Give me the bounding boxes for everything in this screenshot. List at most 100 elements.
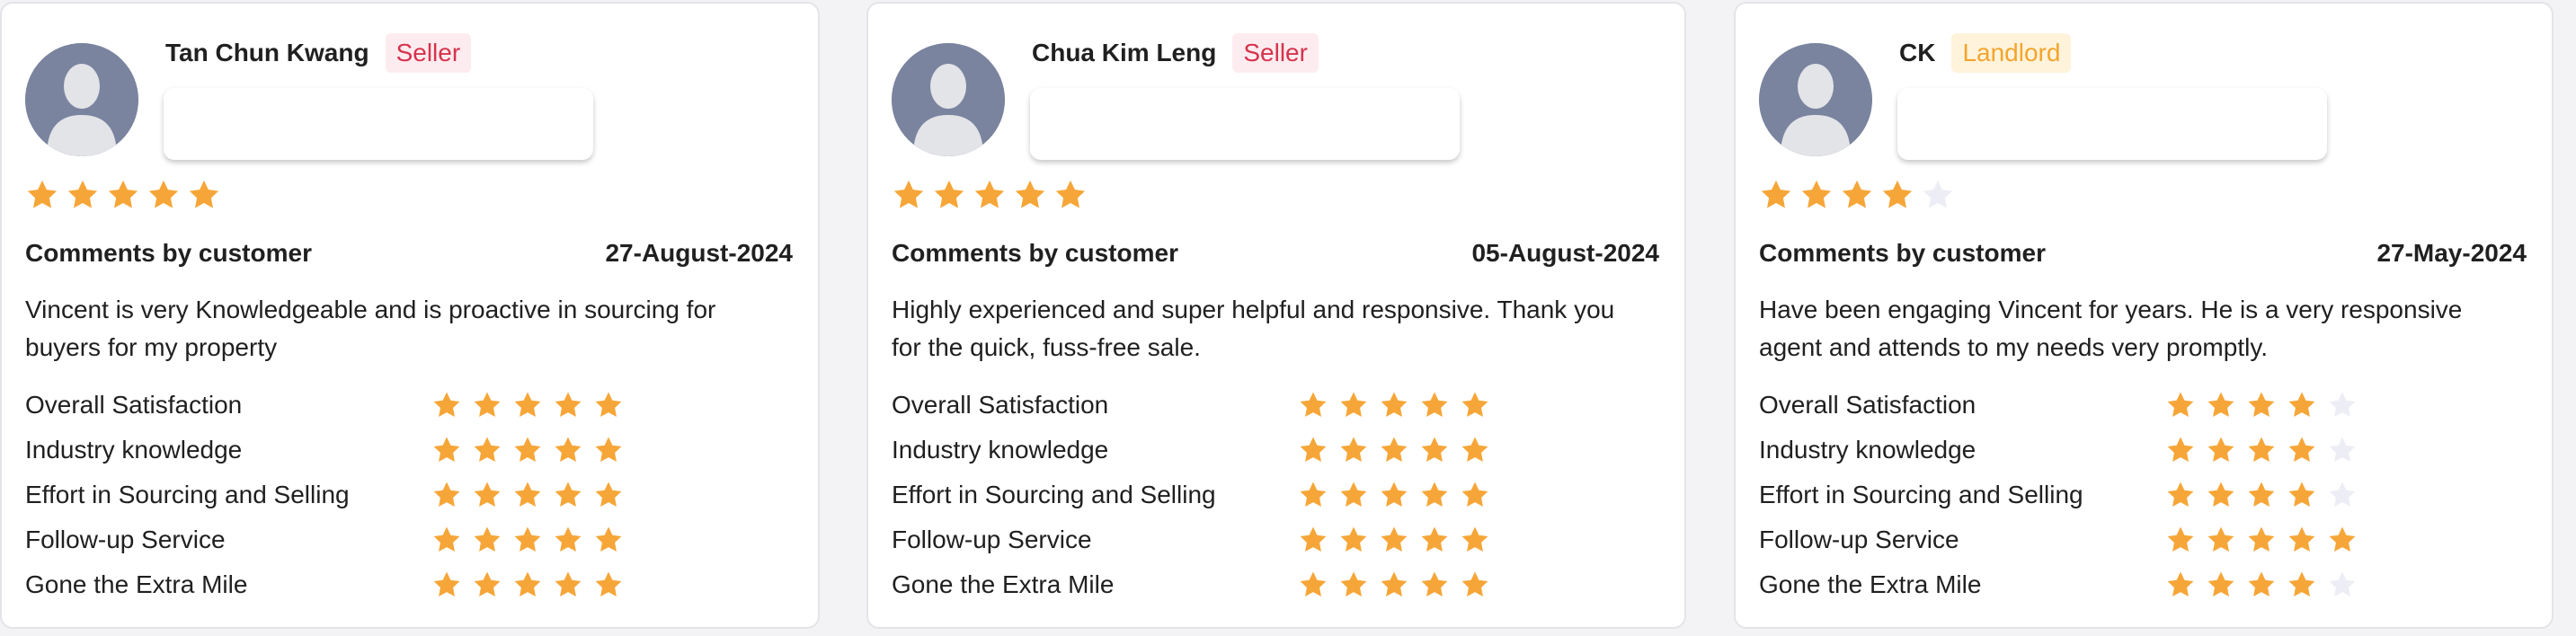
comments-header: Comments by customer 27-May-2024 (1759, 237, 2527, 269)
user-silhouette-icon (25, 43, 138, 156)
star-filled-icon (1381, 392, 1408, 418)
avatar (892, 43, 1005, 156)
criterion-stars (2165, 435, 2358, 465)
star-filled-icon (2167, 481, 2194, 508)
star-filled-icon (1300, 526, 1327, 552)
star-filled-icon (1461, 392, 1488, 418)
review-card: Chua Kim Leng Seller Comments by custome… (866, 2, 1686, 629)
star-filled-icon (1340, 481, 1367, 508)
criterion-stars (1298, 570, 1490, 600)
review-date: 27-August-2024 (605, 239, 793, 267)
star-filled-icon (2167, 392, 2194, 418)
avatar (1759, 43, 1872, 156)
role-badge: Seller (1232, 33, 1319, 73)
media-placeholder (1897, 88, 2327, 160)
star-filled-icon (2207, 481, 2234, 508)
star-filled-icon (2329, 526, 2356, 552)
star-filled-icon (1461, 481, 1488, 508)
star-filled-icon (555, 392, 582, 418)
reviewer-header: Tan Chun Kwang Seller (165, 32, 472, 74)
criterion-row: Follow-up Service (25, 517, 798, 562)
star-filled-icon (1421, 526, 1448, 552)
criterion-row: Gone the Extra Mile (25, 562, 798, 607)
star-filled-icon (595, 392, 622, 418)
criterion-label: Effort in Sourcing and Selling (25, 481, 350, 508)
role-badge: Landlord (1951, 33, 2072, 73)
comments-header: Comments by customer 27-August-2024 (25, 237, 793, 269)
star-filled-icon (595, 481, 622, 508)
criterion-row: Overall Satisfaction (892, 383, 1665, 428)
star-filled-icon (1421, 481, 1448, 508)
star-filled-icon (2248, 526, 2275, 552)
star-filled-icon (514, 392, 541, 418)
criterion-label: Overall Satisfaction (1759, 391, 1976, 419)
star-filled-icon (2248, 392, 2275, 418)
star-filled-icon (189, 180, 219, 208)
criterion-label: Industry knowledge (892, 436, 1109, 464)
criterion-label: Overall Satisfaction (25, 391, 243, 419)
star-filled-icon (1842, 180, 1872, 208)
star-filled-icon (1801, 180, 1832, 208)
reviews-list: Tan Chun Kwang Seller Comments by custom… (0, 0, 2576, 636)
criteria-ratings: Overall Satisfaction Industry knowledge … (25, 383, 798, 607)
star-filled-icon (2248, 481, 2275, 508)
star-filled-icon (1340, 571, 1367, 597)
review-card: CK Landlord Comments by customer 27-May-… (1734, 2, 2554, 629)
star-filled-icon (893, 180, 924, 208)
star-filled-icon (2288, 481, 2315, 508)
reviewer-name: Chua Kim Leng (1032, 39, 1217, 66)
criterion-row: Follow-up Service (1759, 517, 2532, 562)
criterion-label: Follow-up Service (25, 526, 226, 553)
user-silhouette-icon (1759, 43, 1872, 156)
star-filled-icon (2207, 392, 2234, 418)
star-filled-icon (1381, 571, 1408, 597)
star-filled-icon (514, 437, 541, 463)
criterion-stars (431, 435, 624, 465)
criterion-label: Effort in Sourcing and Selling (1759, 481, 2083, 508)
star-filled-icon (1421, 437, 1448, 463)
review-date: 27-May-2024 (2376, 239, 2527, 267)
star-filled-icon (474, 437, 501, 463)
comments-heading: Comments by customer (892, 239, 1178, 267)
star-filled-icon (595, 526, 622, 552)
criterion-row: Industry knowledge (892, 428, 1665, 473)
star-filled-icon (934, 180, 964, 208)
criterion-label: Gone the Extra Mile (892, 570, 1115, 598)
star-filled-icon (433, 571, 460, 597)
star-filled-icon (1381, 481, 1408, 508)
criterion-row: Effort in Sourcing and Selling (1759, 473, 2532, 517)
star-filled-icon (27, 180, 58, 208)
star-filled-icon (2167, 571, 2194, 597)
role-badge: Seller (385, 33, 472, 73)
star-filled-icon (1015, 180, 1045, 208)
criterion-label: Overall Satisfaction (892, 391, 1109, 419)
star-filled-icon (474, 481, 501, 508)
criteria-ratings: Overall Satisfaction Industry knowledge … (1759, 383, 2532, 607)
star-filled-icon (1340, 526, 1367, 552)
review-comment: Vincent is very Knowledgeable and is pro… (25, 296, 716, 361)
star-filled-icon (2167, 526, 2194, 552)
star-filled-icon (108, 180, 138, 208)
criterion-row: Industry knowledge (25, 428, 798, 473)
star-filled-icon (974, 180, 1005, 208)
criterion-label: Gone the Extra Mile (25, 570, 248, 598)
criterion-row: Follow-up Service (892, 517, 1665, 562)
star-empty-icon (2329, 437, 2356, 463)
criterion-label: Gone the Extra Mile (1759, 570, 1982, 598)
star-filled-icon (2248, 437, 2275, 463)
criterion-stars (2165, 480, 2358, 510)
overall-rating (1759, 178, 1955, 214)
star-filled-icon (1300, 481, 1327, 508)
criterion-row: Industry knowledge (1759, 428, 2532, 473)
reviewer-name: Tan Chun Kwang (165, 39, 369, 66)
comments-heading: Comments by customer (1759, 239, 2046, 267)
criterion-row: Overall Satisfaction (1759, 383, 2532, 428)
criterion-row: Gone the Extra Mile (1759, 562, 2532, 607)
criterion-stars (2165, 525, 2358, 555)
star-filled-icon (433, 437, 460, 463)
overall-rating (892, 178, 1088, 214)
review-comment: Have been engaging Vincent for years. He… (1759, 296, 2463, 361)
star-filled-icon (1882, 180, 1913, 208)
criterion-label: Follow-up Service (1759, 526, 1959, 553)
star-filled-icon (474, 392, 501, 418)
